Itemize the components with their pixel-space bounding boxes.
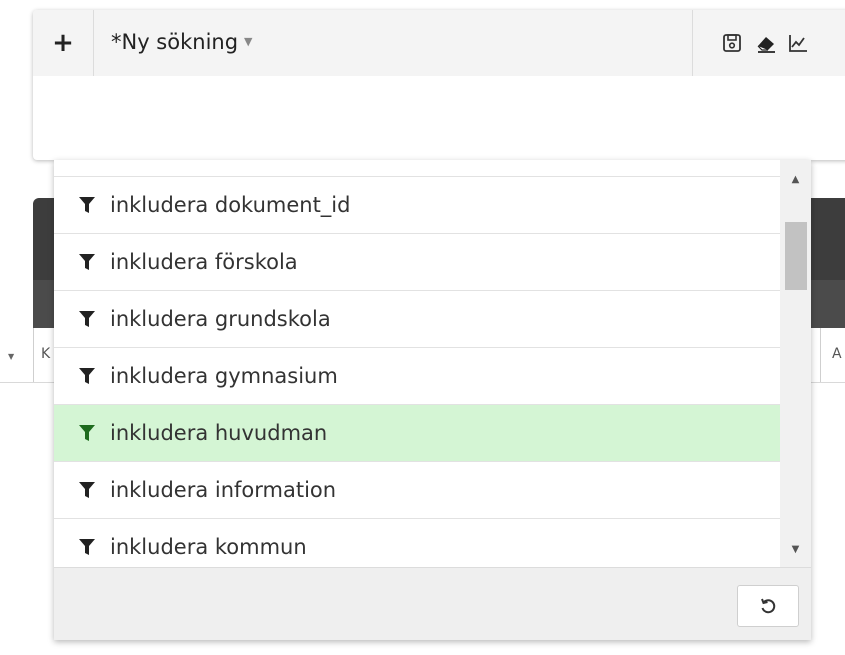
search-title-dropdown[interactable]: *Ny sökning ▼ [111,30,253,54]
filter-list: inkludera dokument_id inkludera förskola… [54,160,780,567]
column-separator [820,328,821,382]
list-item[interactable]: inkludera information [54,461,780,518]
list-item-label: inkludera information [110,478,337,502]
filter-icon [79,254,95,270]
search-title-text: *Ny sökning [111,30,239,54]
reset-button[interactable] [737,585,799,627]
chevron-down-icon: ▼ [244,34,253,48]
eraser-icon[interactable] [755,32,777,54]
add-search-button[interactable]: + [33,10,94,76]
filter-icon [79,539,95,555]
dropdown-footer [54,567,811,640]
column-header-left[interactable]: K [41,346,50,362]
scroll-thumb[interactable] [785,222,807,290]
list-item-label: inkludera gymnasium [110,364,338,388]
list-item-highlighted[interactable]: inkludera huvudman [54,404,780,461]
list-item[interactable]: inkludera kommun [54,518,780,567]
scroll-up-arrow-icon[interactable]: ▲ [780,168,811,190]
chart-icon[interactable] [787,32,809,54]
toolbar-separator [692,10,693,76]
list-item-label: inkludera dokument_id [110,193,351,217]
filter-dropdown: inkludera dokument_id inkludera förskola… [54,160,811,640]
list-item-label: inkludera grundskola [110,307,331,331]
filter-icon [79,311,95,327]
app-stage: ▼ K A + *Ny sökning ▼ inkludera dokument… [0,0,845,655]
column-separator [33,328,34,382]
list-item[interactable]: inkludera grundskola [54,290,780,347]
filter-icon [79,197,95,213]
filter-icon [79,482,95,498]
list-item-label: inkludera kommun [110,535,307,559]
scroll-down-arrow-icon[interactable]: ▼ [780,538,811,560]
save-icon[interactable] [721,32,743,54]
column-caret-icon[interactable]: ▼ [8,352,14,361]
list-item-label: inkludera förskola [110,250,298,274]
filter-icon [79,368,95,384]
list-item[interactable]: inkludera dokument_id [54,176,780,233]
list-item[interactable]: inkludera förskola [54,233,780,290]
column-header-right[interactable]: A [832,346,842,362]
list-item-label: inkludera huvudman [110,421,328,445]
search-toolbar: + *Ny sökning ▼ [33,10,845,76]
filter-icon [79,425,95,441]
undo-icon [761,598,776,614]
list-item[interactable]: inkludera gymnasium [54,347,780,404]
list-scrollbar[interactable]: ▲ ▼ [780,160,811,567]
search-panel: + *Ny sökning ▼ [33,10,845,160]
